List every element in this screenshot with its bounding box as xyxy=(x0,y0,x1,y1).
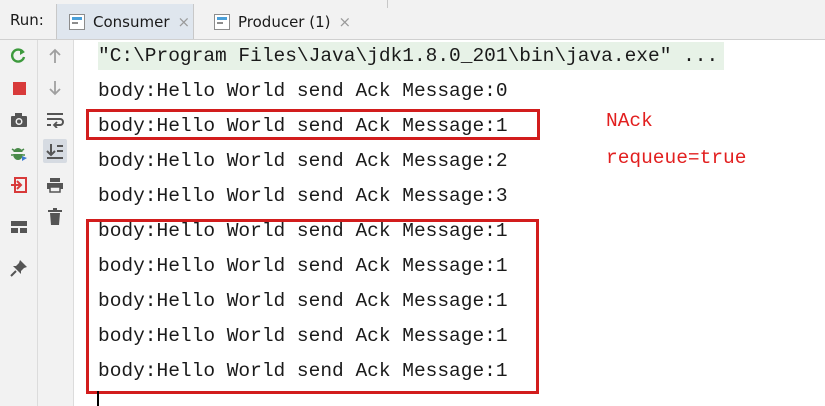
arrow-down-icon[interactable] xyxy=(43,76,67,100)
tab-producer[interactable]: Producer (1) × xyxy=(200,4,360,39)
run-toolbar-right xyxy=(38,40,74,406)
rerun-icon[interactable] xyxy=(7,44,31,68)
tab-consumer-label: Consumer xyxy=(93,12,170,31)
requeue-highlight-box xyxy=(86,219,539,394)
tab-consumer[interactable]: Consumer × xyxy=(56,4,194,39)
run-label: Run: xyxy=(10,11,44,29)
debug-icon[interactable] xyxy=(7,141,31,165)
divider xyxy=(387,0,388,8)
arrow-up-icon[interactable] xyxy=(43,44,67,68)
console-line: body:Hello World send Ack Message:3 xyxy=(98,185,508,207)
requeue-annotation: requeue=true xyxy=(606,147,747,169)
stop-icon[interactable] xyxy=(7,76,31,100)
layout-icon[interactable] xyxy=(7,215,31,239)
close-icon[interactable]: × xyxy=(338,13,351,31)
command-line: "C:\Program Files\Java\jdk1.8.0_201\bin\… xyxy=(98,42,725,70)
nack-annotation: NAck xyxy=(606,110,653,132)
tab-producer-label: Producer (1) xyxy=(238,12,331,31)
console-tab-icon xyxy=(214,13,230,30)
console-line: body:Hello World send Ack Message:0 xyxy=(98,80,508,102)
print-icon[interactable] xyxy=(43,173,67,197)
trash-icon[interactable] xyxy=(43,205,67,229)
console-line: body:Hello World send Ack Message:2 xyxy=(98,150,508,172)
console-tab-icon xyxy=(69,13,85,30)
run-toolbar-left xyxy=(0,40,38,406)
soft-wrap-icon[interactable] xyxy=(43,108,67,132)
exit-icon[interactable] xyxy=(7,173,31,197)
scroll-to-end-icon[interactable] xyxy=(43,139,67,163)
camera-icon[interactable] xyxy=(7,108,31,132)
run-tool-window-header: Run: Consumer × Producer (1) × xyxy=(0,0,825,40)
pin-icon[interactable] xyxy=(7,256,31,280)
text-cursor xyxy=(97,391,99,406)
close-icon[interactable]: × xyxy=(178,13,191,31)
nack-highlight-box xyxy=(86,109,540,140)
